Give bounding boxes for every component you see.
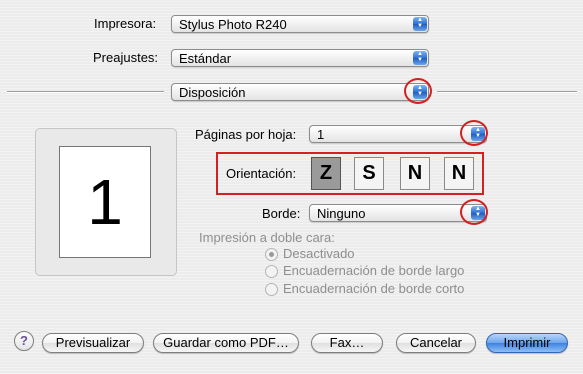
orientation-s-button[interactable]: S bbox=[354, 157, 384, 190]
presets-select-value: Estándar bbox=[179, 51, 232, 66]
pages-per-sheet-value: 1 bbox=[317, 127, 325, 142]
border-select-value: Ninguno bbox=[317, 206, 366, 221]
annotation-circle bbox=[460, 199, 488, 225]
fax-button[interactable]: Fax… bbox=[311, 333, 383, 353]
help-icon: ? bbox=[20, 333, 28, 348]
presets-label: Preajustes: bbox=[93, 50, 159, 65]
orientation-n-mirror-button[interactable]: N bbox=[444, 157, 474, 190]
popup-arrows-icon: ▲ ▼ bbox=[413, 51, 427, 65]
duplex-off-label: Desactivado bbox=[283, 246, 355, 261]
annotation-circle bbox=[404, 78, 432, 104]
separator-left bbox=[7, 91, 164, 93]
printer-label: Impresora: bbox=[94, 16, 157, 31]
duplex-long-edge-radio[interactable] bbox=[265, 265, 278, 278]
printer-select[interactable]: Stylus Photo R240 ▲ ▼ bbox=[171, 15, 429, 33]
preview-button[interactable]: Previsualizar bbox=[42, 333, 144, 353]
duplex-long-edge-label: Encuadernación de borde largo bbox=[283, 263, 465, 278]
orientation-label: Orientación: bbox=[226, 166, 297, 181]
cancel-button[interactable]: Cancelar bbox=[396, 333, 476, 353]
printer-select-value: Stylus Photo R240 bbox=[179, 17, 287, 32]
duplex-off-radio[interactable] bbox=[265, 248, 278, 261]
border-label: Borde: bbox=[262, 206, 301, 221]
popup-arrows-icon: ▲ ▼ bbox=[413, 17, 427, 31]
separator-right bbox=[437, 91, 577, 93]
duplex-short-edge-label: Encuadernación de borde corto bbox=[283, 281, 465, 296]
duplex-short-edge-radio[interactable] bbox=[265, 283, 278, 296]
orientation-z-button[interactable]: Z bbox=[311, 157, 341, 190]
orientation-n-button[interactable]: N bbox=[400, 157, 430, 190]
orientation-n-mirror-icon: N bbox=[451, 162, 467, 184]
help-button[interactable]: ? bbox=[14, 331, 34, 351]
layout-preview-page: 1 bbox=[59, 146, 151, 258]
annotation-circle bbox=[460, 120, 488, 146]
pages-per-sheet-label: Páginas por hoja: bbox=[195, 127, 297, 142]
panel-select-value: Disposición bbox=[179, 85, 246, 100]
orientation-n-icon: N bbox=[407, 162, 423, 184]
print-button[interactable]: Imprimir bbox=[486, 333, 568, 353]
orientation-s-icon: S bbox=[362, 162, 376, 184]
save-pdf-button[interactable]: Guardar como PDF… bbox=[153, 333, 299, 353]
orientation-z-icon: Z bbox=[319, 162, 333, 184]
panel-select[interactable]: Disposición ▲ ▼ bbox=[171, 83, 429, 101]
duplex-label: Impresión a doble cara: bbox=[199, 230, 335, 245]
presets-select[interactable]: Estándar ▲ ▼ bbox=[171, 49, 429, 67]
